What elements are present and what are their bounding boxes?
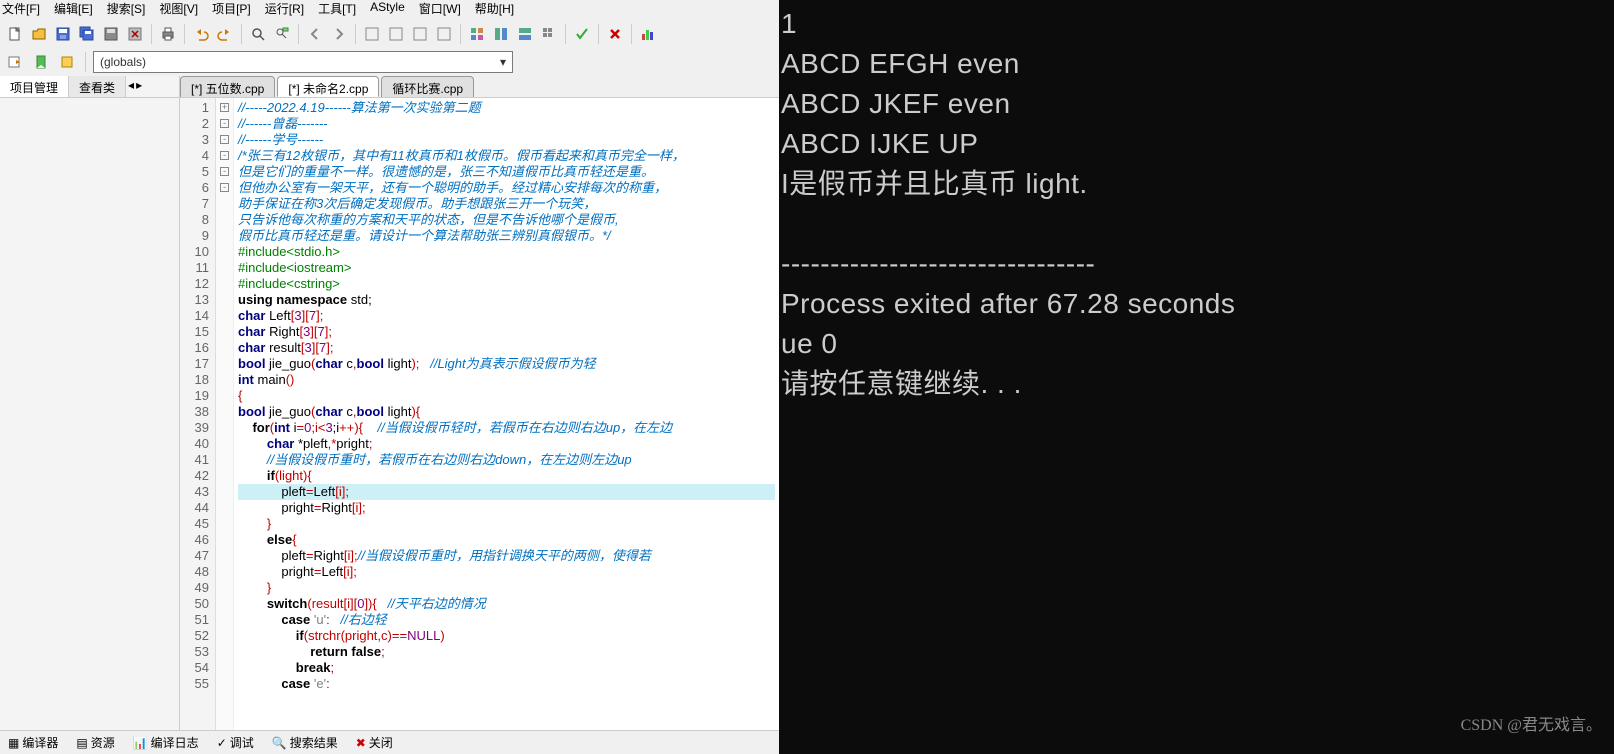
undo-icon[interactable] [190, 23, 212, 45]
bookmark-list-icon[interactable] [56, 51, 78, 73]
tab-compile-log[interactable]: 📊编译日志 [127, 732, 205, 753]
sidebar-tab-project[interactable]: 项目管理 [0, 76, 69, 97]
compile-icon[interactable] [361, 23, 383, 45]
bookmark-add-icon[interactable] [30, 51, 52, 73]
menu-view[interactable]: 视图[V] [159, 0, 198, 20]
grid1-icon[interactable] [466, 23, 488, 45]
close-tab-icon: ✖ [356, 736, 366, 750]
tab-debug[interactable]: ✓调试 [211, 732, 260, 753]
menu-help[interactable]: 帮助[H] [475, 0, 514, 20]
menu-project[interactable]: 项目[P] [212, 0, 251, 20]
grid4-icon[interactable] [538, 23, 560, 45]
redo-icon[interactable] [214, 23, 236, 45]
editor-tab[interactable]: [*] 五位数.cpp [180, 76, 275, 97]
watermark: CSDN @君无戏言。 [1461, 706, 1602, 746]
line-gutter: 1234567891011121314151617181938394041424… [180, 98, 216, 730]
tab-search-results[interactable]: 🔍搜索结果 [266, 732, 344, 753]
menu-run[interactable]: 运行[R] [265, 0, 304, 20]
rebuild-icon[interactable] [433, 23, 455, 45]
ide-panel: 文件[F] 编辑[E] 搜索[S] 视图[V] 项目[P] 运行[R] 工具[T… [0, 0, 779, 754]
open-file-icon[interactable] [28, 23, 50, 45]
scope-combo[interactable]: (globals) ▾ [93, 51, 513, 73]
find-icon[interactable] [247, 23, 269, 45]
grid2-icon[interactable] [490, 23, 512, 45]
chevron-down-icon: ▾ [500, 55, 506, 69]
menu-file[interactable]: 文件[F] [2, 0, 40, 20]
resources-icon: ▤ [76, 736, 87, 750]
terminal-panel[interactable]: 1 ABCD EFGH even ABCD JKEF even ABCD IJK… [779, 0, 1614, 754]
chart-icon[interactable] [637, 23, 659, 45]
grid3-icon[interactable] [514, 23, 536, 45]
sub-toolbar: (globals) ▾ [0, 48, 779, 76]
terminal-output: 1 ABCD EFGH even ABCD JKEF even ABCD IJK… [781, 8, 1235, 399]
editor-panel: [*] 五位数.cpp[*] 未命名2.cpp循环比赛.cpp 12345678… [180, 76, 779, 730]
run-icon[interactable] [385, 23, 407, 45]
sidebar: 项目管理 查看类 ◂▸ [0, 76, 180, 730]
save-as-icon[interactable] [100, 23, 122, 45]
tab-close[interactable]: ✖关闭 [350, 732, 399, 753]
tab-compiler[interactable]: ▦编译器 [2, 732, 64, 753]
menu-edit[interactable]: 编辑[E] [54, 0, 93, 20]
editor-tab[interactable]: [*] 未命名2.cpp [277, 76, 379, 97]
editor-tab[interactable]: 循环比赛.cpp [381, 76, 474, 97]
menu-astyle[interactable]: AStyle [370, 0, 405, 20]
fold-gutter[interactable]: +----- [216, 98, 234, 730]
arrow-right-icon[interactable]: ▸ [136, 78, 142, 95]
arrow-left-icon[interactable]: ◂ [128, 78, 134, 95]
debug-icon: ✓ [217, 736, 227, 750]
scope-value: (globals) [100, 55, 146, 69]
menu-tools[interactable]: 工具[T] [318, 0, 356, 20]
replace-icon[interactable] [271, 23, 293, 45]
editor-tabs: [*] 五位数.cpp[*] 未命名2.cpp循环比赛.cpp [180, 76, 779, 98]
compiler-icon: ▦ [8, 736, 19, 750]
bottom-tabs: ▦编译器 ▤资源 📊编译日志 ✓调试 🔍搜索结果 ✖关闭 [0, 730, 779, 754]
save-all-icon[interactable] [76, 23, 98, 45]
menu-window[interactable]: 窗口[W] [419, 0, 461, 20]
search-results-icon: 🔍 [272, 736, 287, 750]
sidebar-tab-class[interactable]: 查看类 [69, 76, 126, 97]
print-icon[interactable] [157, 23, 179, 45]
close-file-icon[interactable] [124, 23, 146, 45]
menu-search[interactable]: 搜索[S] [107, 0, 146, 20]
tab-resources[interactable]: ▤资源 [70, 732, 120, 753]
main-toolbar [0, 20, 779, 48]
log-icon: 📊 [133, 736, 148, 750]
back-icon[interactable] [304, 23, 326, 45]
compile-run-icon[interactable] [409, 23, 431, 45]
forward-icon[interactable] [328, 23, 350, 45]
check-icon[interactable] [571, 23, 593, 45]
goto-icon[interactable] [4, 51, 26, 73]
save-icon[interactable] [52, 23, 74, 45]
menu-bar: 文件[F] 编辑[E] 搜索[S] 视图[V] 项目[P] 运行[R] 工具[T… [0, 0, 779, 20]
delete-icon[interactable] [604, 23, 626, 45]
code-view[interactable]: //-----2022.4.19------算法第一次实验第二题//------… [234, 98, 779, 730]
new-file-icon[interactable] [4, 23, 26, 45]
